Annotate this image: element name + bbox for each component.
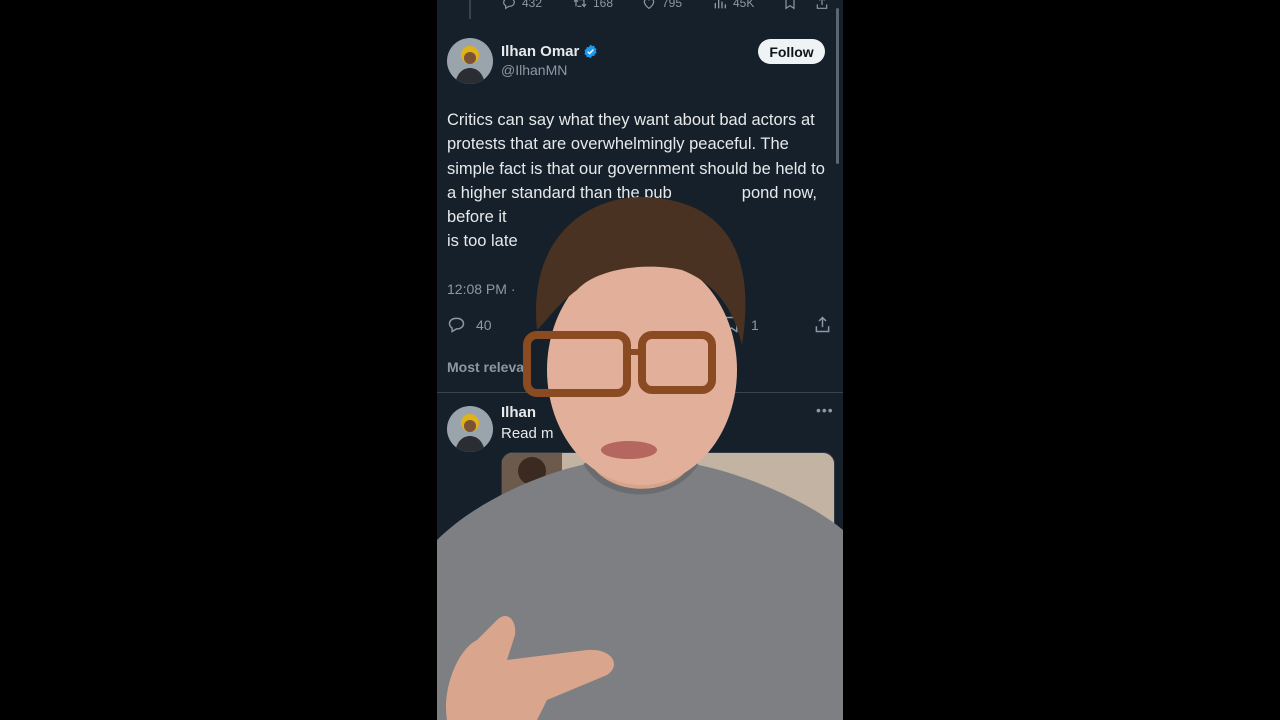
previous-tweet-actions: 432 168 795 45K: [437, 0, 843, 19]
reply-avatar[interactable]: [447, 406, 493, 452]
author-handle[interactable]: @IlhanMN: [501, 62, 567, 78]
views-count: 45K: [733, 0, 755, 10]
more-options-icon[interactable]: •••: [816, 402, 834, 418]
retweet-action[interactable]: 168: [572, 0, 613, 11]
reply-sort-label[interactable]: Most releva: [447, 359, 524, 375]
thread-line: [469, 0, 471, 19]
tweet-text: Critics can say what they want about bad…: [447, 108, 835, 254]
share-action[interactable]: [814, 0, 830, 11]
avatar[interactable]: [447, 38, 493, 84]
like-icon: [643, 0, 655, 10]
like-count: 795: [662, 0, 683, 10]
tweet-body-last: is too late: [447, 232, 518, 251]
bookmark-button[interactable]: 1: [721, 314, 759, 335]
reply-text: Read m: [501, 425, 554, 442]
phone-screen: 432 168 795 45K Ilhan Omar @IlhanMN Foll…: [437, 0, 843, 720]
author-name[interactable]: Ilhan Omar: [501, 43, 598, 60]
bookmark-icon: [725, 316, 738, 333]
reply-action[interactable]: 432: [501, 0, 542, 11]
divider: [437, 392, 843, 393]
reply-count: 40: [476, 316, 492, 333]
reply-icon: [448, 317, 465, 333]
reply-author-name[interactable]: Ilhan: [501, 404, 536, 421]
avatar-image: [447, 38, 493, 84]
reply-time: h: [695, 405, 703, 421]
follow-button[interactable]: Follow: [758, 39, 825, 64]
share-icon: [816, 0, 828, 9]
tweet-timestamp[interactable]: 12:08 PM ·: [447, 281, 515, 297]
bookmark-action[interactable]: [782, 0, 798, 11]
bookmark-icon: [785, 0, 795, 10]
avatar-image: [447, 406, 493, 452]
views-icon: [714, 0, 726, 9]
share-icon: [815, 316, 830, 333]
views-action[interactable]: 45K: [712, 0, 754, 11]
retweet-icon: [573, 0, 587, 8]
reply-icon: [503, 0, 515, 10]
tweet-actions: 40 1: [437, 314, 843, 338]
reply-count: 432: [522, 0, 543, 10]
reply-media-image[interactable]: [501, 452, 835, 534]
verified-badge-icon: [584, 44, 597, 59]
like-action[interactable]: 795: [641, 0, 682, 11]
retweet-count: 168: [593, 0, 614, 10]
reply-button[interactable]: 40: [446, 314, 492, 335]
bookmark-count: 1: [751, 316, 759, 333]
scrollbar[interactable]: [836, 8, 839, 164]
media-photo: [502, 453, 834, 533]
share-button[interactable]: [812, 314, 833, 335]
